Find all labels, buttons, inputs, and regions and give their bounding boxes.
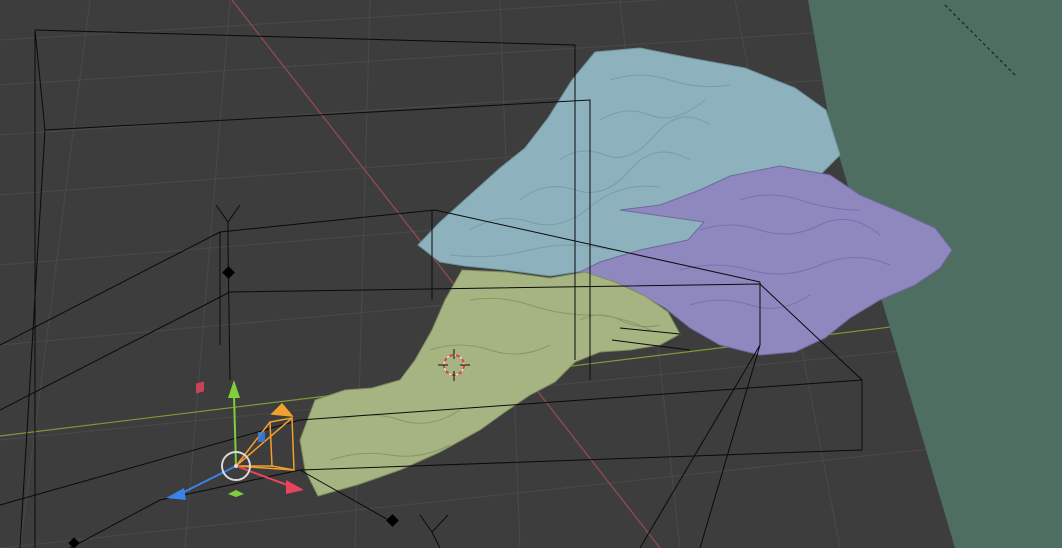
3d-viewport[interactable]	[0, 0, 1062, 548]
plane-handle-yz[interactable]	[258, 432, 265, 442]
